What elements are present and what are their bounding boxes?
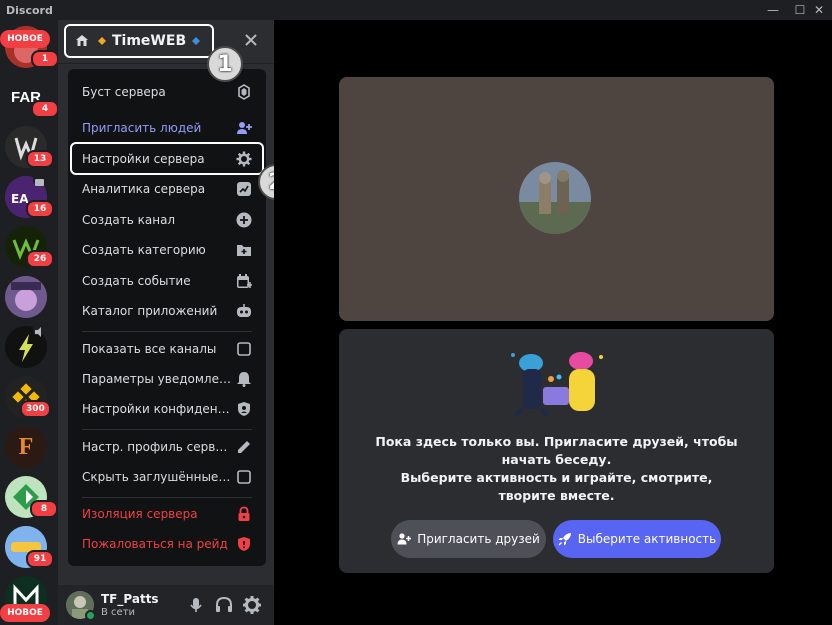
new-label: НОВОЕ (0, 30, 50, 48)
menu-item-edit-server-profile[interactable]: Настр. профиль сервера (74, 433, 260, 461)
menu-item-create-category[interactable]: Создать категорию (74, 236, 260, 264)
diamond-icon (192, 37, 201, 45)
robot-icon (237, 304, 251, 317)
menu-divider (82, 429, 252, 430)
analytics-icon (237, 182, 251, 196)
menu-item-label: Изоляция сервера (82, 507, 198, 521)
menu-item-label: Создать канал (82, 213, 176, 227)
calendar-plus-icon (237, 274, 252, 288)
menu-divider (82, 497, 252, 498)
user-panel: TF_Patts В сети (58, 585, 274, 625)
menu-item-label: Аналитика сервера (82, 182, 206, 196)
menu-item-boost[interactable]: Буст сервера (74, 78, 260, 106)
menu-item-server-lockdown[interactable]: Изоляция сервера (74, 500, 260, 528)
server-icon[interactable]: F (5, 426, 47, 468)
unread-badge: 1 (31, 50, 59, 68)
unread-badge: 300 (20, 400, 51, 418)
server-rail: НОВОЕ 1 FAR 4 13 EA 16 26 300 F 8 91 НОВ… (0, 20, 59, 625)
menu-item-notification-settings[interactable]: Параметры уведомлений (74, 365, 260, 393)
menu-item-show-all-channels[interactable]: Показать все каналы (74, 335, 260, 363)
invite-line-1: Пока здесь только вы. Пригласите друзей,… (375, 434, 738, 467)
choose-activity-label: Выберите активность (577, 532, 717, 546)
invite-text: Пока здесь только вы. Пригласите друзей,… (339, 433, 774, 505)
menu-item-invite[interactable]: Пригласить людей (74, 114, 260, 142)
menu-item-label: Пожаловаться на рейд (82, 537, 228, 551)
invite-line-2: Выберите активность и играйте, смотрите,… (400, 470, 713, 503)
invite-friends-label: Пригласить друзей (417, 532, 540, 546)
checkbox-icon[interactable] (236, 341, 252, 357)
shield-alert-icon (238, 537, 250, 551)
server-label: F (18, 433, 34, 460)
server-settings-highlight (70, 142, 264, 175)
menu-item-label: Показать все каналы (82, 342, 217, 356)
unread-badge: 4 (31, 100, 59, 118)
menu-item-app-directory[interactable]: Каталог приложений (74, 297, 260, 325)
menu-item-hide-muted-channels[interactable]: Скрыть заглушённые каналы (74, 463, 260, 491)
server-name-highlight[interactable]: TimeWEB (64, 24, 214, 58)
home-icon (76, 35, 88, 46)
choose-activity-button[interactable]: Выберите активность (553, 520, 721, 558)
menu-divider (82, 331, 252, 332)
avatar (519, 162, 591, 234)
app-title: Discord (6, 3, 53, 17)
close-icon[interactable] (241, 30, 261, 50)
unread-badge: 91 (26, 550, 54, 568)
folder-plus-icon (237, 245, 251, 256)
close-window-button[interactable]: ✕ (806, 0, 832, 20)
menu-item-label: Каталог приложений (82, 304, 218, 318)
menu-item-label: Буст сервера (82, 85, 166, 99)
menu-item-label: Настр. профиль сервера (82, 440, 232, 454)
menu-item-label: Пригласить людей (82, 121, 202, 135)
title-bar: Discord — ☐ ✕ (0, 0, 832, 20)
menu-item-label: Параметры уведомлений (82, 372, 232, 386)
headphones-icon[interactable] (214, 595, 234, 615)
bell-icon (237, 372, 251, 387)
step-marker-1: 1 (207, 46, 243, 82)
menu-item-create-channel[interactable]: Создать канал (74, 206, 260, 234)
menu-item-label: Скрыть заглушённые каналы (82, 470, 232, 484)
menu-item-label: Создать событие (82, 274, 191, 288)
menu-item-analytics[interactable]: Аналитика сервера (74, 175, 260, 203)
boost-icon (238, 84, 250, 100)
unread-badge: 26 (26, 250, 54, 268)
user-status: В сети (101, 607, 136, 618)
pencil-icon (238, 441, 250, 453)
menu-item-label: Создать категорию (82, 243, 206, 257)
username: TF_Patts (101, 592, 159, 606)
speaker-icon (33, 323, 46, 337)
settings-gear-icon[interactable] (242, 595, 262, 615)
add-friend-icon (397, 533, 412, 545)
minimize-button[interactable]: — (760, 0, 786, 20)
unread-badge: 16 (26, 200, 54, 218)
menu-item-create-event[interactable]: Создать событие (74, 267, 260, 295)
microphone-icon[interactable] (186, 595, 206, 615)
menu-item-privacy-settings[interactable]: Настройки конфиденциальности (74, 395, 260, 423)
unread-badge: 13 (26, 150, 54, 168)
shield-icon (238, 402, 250, 416)
checkbox-icon[interactable] (236, 469, 252, 485)
new-label: НОВОЕ (0, 604, 50, 622)
add-user-icon (237, 122, 252, 134)
server-name: TimeWEB (112, 33, 187, 49)
event-icon (33, 173, 46, 186)
diamond-icon (98, 37, 106, 45)
rocket-icon (558, 533, 571, 546)
menu-item-report-raid[interactable]: Пожаловаться на рейд (74, 530, 260, 558)
unread-badge: 8 (30, 500, 58, 518)
invite-friends-button[interactable]: Пригласить друзей (391, 520, 546, 558)
server-icon[interactable] (5, 276, 47, 318)
friends-illustration-icon (511, 352, 603, 417)
plus-circle-icon (236, 212, 252, 228)
lock-icon (238, 506, 250, 521)
menu-item-label: Настройки конфиденциальности (82, 402, 232, 416)
online-status-icon (85, 610, 96, 621)
